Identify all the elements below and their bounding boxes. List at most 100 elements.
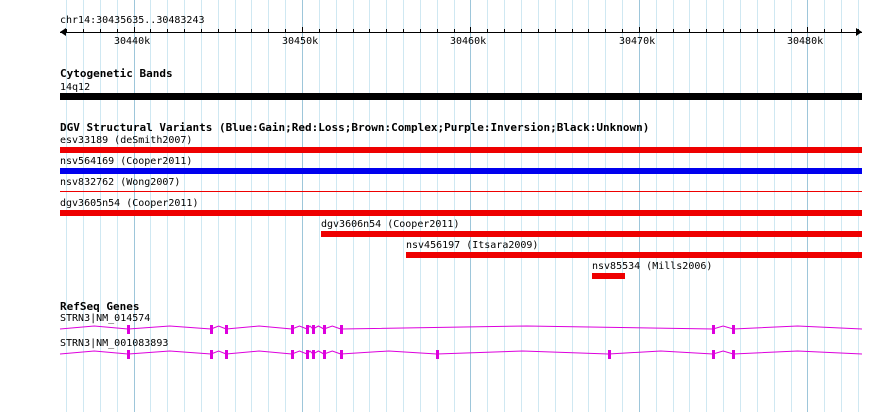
ruler-minor-tick — [504, 29, 505, 33]
variant-bar[interactable] — [406, 252, 862, 258]
variant-bar[interactable] — [60, 147, 862, 153]
exon-block — [323, 325, 326, 334]
intron-line — [291, 350, 308, 355]
variant-label: nsv85534 (Mills2006) — [592, 261, 713, 272]
exon-block — [210, 325, 213, 334]
ruler-minor-tick — [184, 29, 185, 33]
exon-block — [323, 350, 326, 359]
ruler-major-tick — [807, 27, 808, 33]
ruler-minor-tick — [555, 29, 556, 33]
ruler-minor-tick — [740, 29, 741, 33]
variant-label: dgv3605n54 (Cooper2011) — [60, 198, 199, 209]
exon-block — [436, 350, 439, 359]
intron-line — [226, 350, 292, 355]
intron-line — [340, 350, 437, 355]
intron-line — [128, 350, 212, 355]
exon-block — [312, 325, 315, 334]
intron-line — [608, 350, 714, 355]
ruler-minor-tick — [319, 29, 320, 33]
variant-label: dgv3606n54 (Cooper2011) — [321, 219, 460, 230]
ruler-minor-tick — [774, 29, 775, 33]
ruler-minor-tick — [757, 29, 758, 33]
exon-block — [312, 350, 315, 359]
ruler-minor-tick — [353, 29, 354, 33]
exon-block — [340, 325, 343, 334]
ruler-tick-label: 30480k — [787, 36, 824, 47]
intron-line — [340, 325, 714, 330]
intron-line — [733, 350, 863, 355]
intron-line — [59, 350, 129, 355]
intron-line — [323, 350, 341, 355]
ruler-minor-tick — [201, 29, 202, 33]
transcript-model[interactable] — [0, 322, 890, 338]
exon-block — [127, 325, 130, 334]
intron-line — [210, 350, 227, 355]
variant-bar[interactable] — [60, 210, 862, 216]
track-title-dgv: DGV Structural Variants (Blue:Gain;Red:L… — [60, 121, 650, 134]
intron-line — [733, 325, 863, 330]
intron-line — [210, 325, 227, 330]
variant-label: nsv564169 (Cooper2011) — [60, 156, 193, 167]
variant-bar[interactable] — [321, 231, 862, 237]
exon-block — [732, 325, 735, 334]
scroll-right-arrow-icon[interactable] — [856, 28, 862, 36]
ruler-tick-label: 30450k — [282, 36, 319, 47]
exon-block — [210, 350, 213, 359]
ruler-minor-tick — [235, 29, 236, 33]
ruler-minor-tick — [538, 29, 539, 33]
location-label: chr14:30435635..30483243 — [60, 15, 205, 26]
ruler-major-tick — [302, 27, 303, 33]
ruler-minor-tick — [858, 29, 859, 33]
ruler-minor-tick — [66, 29, 67, 33]
ruler-minor-tick — [706, 29, 707, 33]
variant-bar[interactable] — [592, 273, 625, 279]
intron-line — [323, 325, 341, 330]
ruler-minor-tick — [588, 29, 589, 33]
intron-line — [59, 325, 129, 330]
exon-block — [225, 350, 228, 359]
ruler-minor-tick — [689, 29, 690, 33]
ruler-minor-tick — [268, 29, 269, 33]
ruler-major-tick — [470, 27, 471, 33]
exon-block — [608, 350, 611, 359]
ruler-minor-tick — [83, 29, 84, 33]
ruler-minor-tick — [723, 29, 724, 33]
variant-label: nsv456197 (Itsara2009) — [406, 240, 539, 251]
ruler-minor-tick — [605, 29, 606, 33]
variant-bar[interactable] — [60, 191, 862, 192]
exon-block — [712, 325, 715, 334]
ruler-tick-label: 30460k — [450, 36, 487, 47]
ruler-minor-tick — [167, 29, 168, 33]
intron-line — [712, 325, 734, 330]
ruler-tick-label: 30470k — [619, 36, 656, 47]
variant-label: esv33189 (deSmith2007) — [60, 135, 193, 146]
intron-line — [291, 325, 308, 330]
track-title-cytobands: Cytogenetic Bands — [60, 67, 173, 80]
variant-bar[interactable] — [60, 168, 862, 174]
ruler-minor-tick — [437, 29, 438, 33]
exon-block — [340, 350, 343, 359]
exon-block — [127, 350, 130, 359]
exon-block — [225, 325, 228, 334]
ruler-minor-tick — [100, 29, 101, 33]
ruler-minor-tick — [403, 29, 404, 33]
exon-block — [712, 350, 715, 359]
cytoband-label: 14q12 — [60, 82, 91, 93]
intron-line — [226, 325, 292, 330]
exon-block — [732, 350, 735, 359]
ruler-minor-tick — [150, 29, 151, 33]
exon-block — [291, 350, 294, 359]
genome-browser-panel: chr14:30435635..30483243 30440k 30450k 304… — [0, 0, 890, 412]
cytoband-bar[interactable] — [60, 93, 862, 100]
variant-label: nsv832762 (Wong2007) — [60, 177, 181, 188]
ruler-minor-tick — [420, 29, 421, 33]
transcript-model[interactable] — [0, 347, 890, 363]
ruler-minor-tick — [386, 29, 387, 33]
ruler-major-tick — [134, 27, 135, 33]
ruler-minor-tick — [454, 29, 455, 33]
ruler-minor-tick — [656, 29, 657, 33]
ruler-tick-label: 30440k — [114, 36, 151, 47]
ruler-minor-tick — [336, 29, 337, 33]
intron-line — [436, 350, 609, 355]
ruler-minor-tick — [251, 29, 252, 33]
